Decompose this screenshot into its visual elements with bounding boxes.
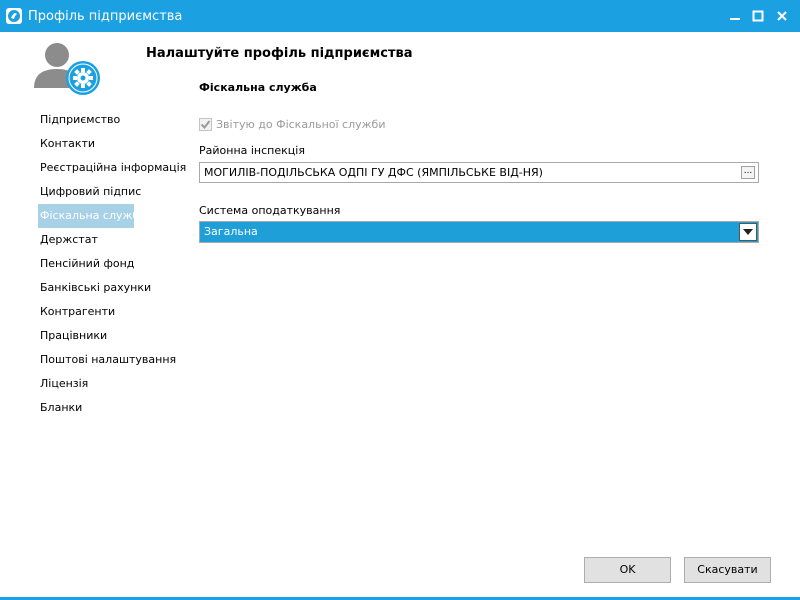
sidebar-item-registration[interactable]: Реєстраційна інформація	[38, 156, 186, 180]
chevron-down-icon[interactable]	[739, 223, 757, 241]
inspection-value: МОГИЛІВ-ПОДІЛЬСЬКА ОДПІ ГУ ДФС (ЯМПІЛЬСЬ…	[204, 166, 543, 179]
cancel-button[interactable]: Скасувати	[684, 557, 771, 583]
inspection-label: Районна інспекція	[199, 144, 305, 157]
sidebar-item-digital-signature[interactable]: Цифровий підпис	[38, 180, 168, 204]
sidebar-item-fiscal-service[interactable]: Фіскальна служба	[38, 204, 146, 228]
sidebar-item-derzhstat[interactable]: Держстат	[38, 228, 168, 252]
checkmark-icon	[200, 120, 211, 130]
sidebar-item-enterprise[interactable]: Підприємство	[38, 108, 168, 132]
inspection-field[interactable]: МОГИЛІВ-ПОДІЛЬСЬКА ОДПІ ГУ ДФС (ЯМПІЛЬСЬ…	[199, 162, 759, 183]
window-title: Профіль підприємства	[28, 9, 183, 24]
minimize-icon[interactable]	[724, 6, 746, 26]
profile-window: Профіль підприємства Налаштуйте профіль …	[0, 0, 800, 600]
section-title: Фіскальна служба	[199, 81, 317, 94]
tax-system-selected: Загальна	[204, 225, 258, 238]
page-title: Налаштуйте профіль підприємства	[146, 46, 413, 61]
report-checkbox-row: Звітую до Фіскальної служби	[199, 118, 385, 131]
sidebar-item-counterparties[interactable]: Контрагенти	[38, 300, 168, 324]
sidebar-item-forms[interactable]: Бланки	[38, 396, 168, 420]
report-checkbox-label: Звітую до Фіскальної служби	[216, 118, 386, 131]
tax-system-select[interactable]: Загальна	[199, 221, 759, 243]
close-icon[interactable]	[771, 6, 793, 26]
sidebar-nav: Підприємство Контакти Реєстраційна інфор…	[38, 108, 186, 420]
maximize-icon[interactable]	[747, 6, 769, 26]
sidebar-item-bank-accounts[interactable]: Банківські рахунки	[38, 276, 168, 300]
sidebar-item-employees[interactable]: Працівники	[38, 324, 168, 348]
sidebar-item-contacts[interactable]: Контакти	[38, 132, 168, 156]
app-logo-icon	[6, 8, 22, 24]
report-checkbox[interactable]	[199, 118, 212, 131]
sidebar-item-license[interactable]: Ліцензія	[38, 372, 168, 396]
ok-button[interactable]: OK	[584, 557, 671, 583]
sidebar-item-pension-fund[interactable]: Пенсійний фонд	[38, 252, 168, 276]
sidebar-item-mail-settings[interactable]: Поштові налаштування	[38, 348, 176, 372]
browse-button[interactable]: ...	[741, 166, 755, 179]
user-gear-icon	[30, 38, 102, 98]
title-bar: Профіль підприємства	[0, 0, 800, 32]
tax-system-label: Система оподаткування	[199, 204, 341, 217]
